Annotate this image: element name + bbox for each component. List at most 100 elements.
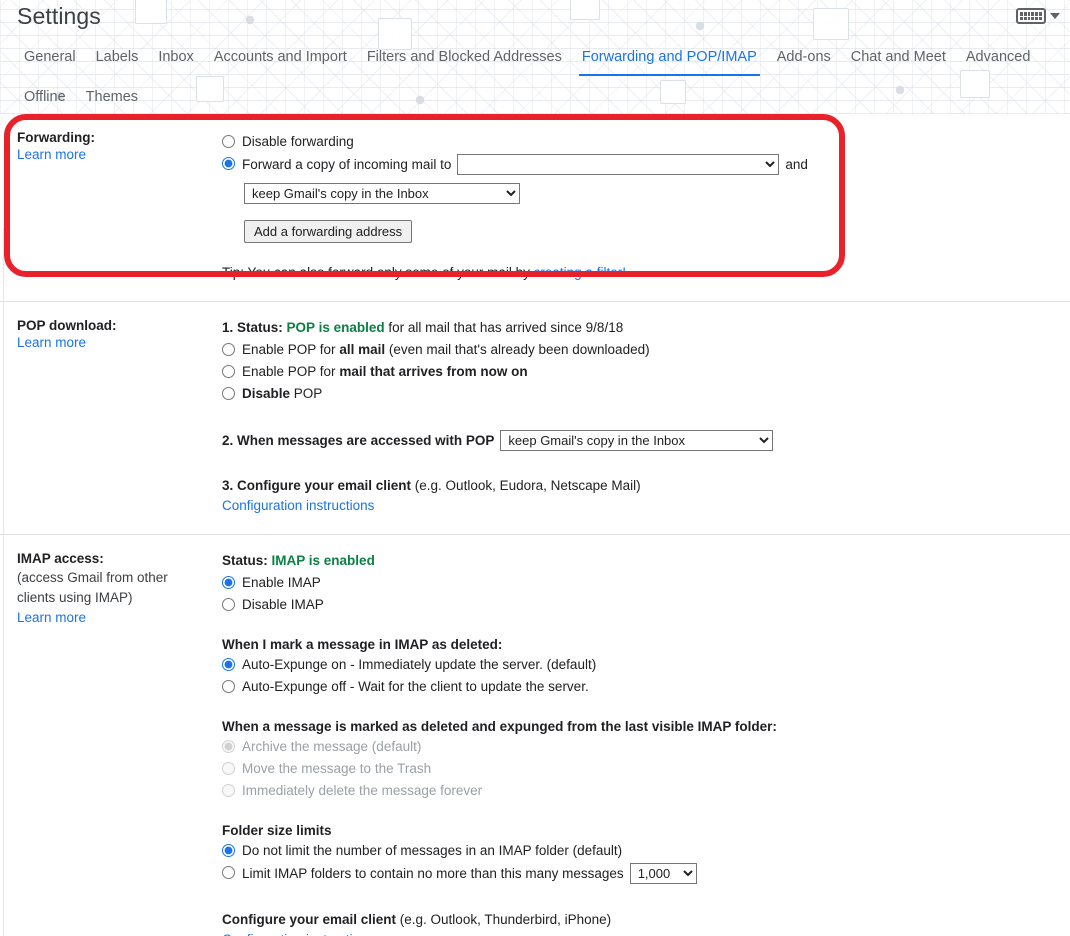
option-auto-expunge-off-label: Auto-Expunge off - Wait for the client t… [242,679,589,694]
tab-advanced[interactable]: Advanced [956,46,1041,68]
option-expunged-archive-label: Archive the message (default) [242,739,422,754]
keyboard-icon[interactable] [1016,8,1046,24]
imap-access-section: IMAP access: (access Gmail from other cl… [0,534,1070,936]
radio-pop-from-now-on[interactable] [222,365,235,378]
option-pop-all-suffix: (even mail that's already been downloade… [385,342,650,357]
tab-general[interactable]: General [14,46,86,68]
radio-pop-all-mail[interactable] [222,343,235,356]
chevron-down-icon[interactable] [1050,13,1060,19]
option-expunged-delete-label: Immediately delete the message forever [242,783,483,798]
folder-limit-select[interactable]: 1,000 [629,863,697,884]
imap-deleted-heading: When I mark a message in IMAP as deleted… [222,637,503,652]
tab-forwarding-and-pop-imap[interactable]: Forwarding and POP/IMAP [572,46,767,76]
tab-filters-and-blocked-addresses[interactable]: Filters and Blocked Addresses [357,46,572,68]
pop-status-value: POP is enabled [286,320,385,335]
imap-configuration-instructions-link[interactable]: Configuration instructions [222,932,374,936]
option-disable-forwarding-label: Disable forwarding [242,134,354,149]
forwarding-section-label: Forwarding: Learn more [0,114,212,301]
circuit-chip-decoration [196,76,224,102]
settings-page: Settings General Labels Inbox Accounts a… [0,0,1070,936]
radio-auto-expunge-on[interactable] [222,658,235,671]
pop-action-select[interactable]: keep Gmail's copy in the Inbox [500,430,774,451]
tab-inbox[interactable]: Inbox [148,46,203,68]
option-disable-imap-label: Disable IMAP [242,597,324,612]
radio-pop-disable[interactable] [222,387,235,400]
option-folder-limit-label: Limit IMAP folders to contain no more th… [242,865,624,881]
forwarding-address-select[interactable] [457,154,780,175]
radio-auto-expunge-off[interactable] [222,680,235,693]
tab-labels[interactable]: Labels [86,46,149,68]
pop-step3: 3. Configure your email client (e.g. Out… [222,476,1056,516]
pop-section-label: POP download: Learn more [0,302,212,534]
settings-tabs-row-1: General Labels Inbox Accounts and Import… [14,46,1041,76]
tab-offline[interactable]: Offline [14,86,76,108]
tab-accounts-and-import[interactable]: Accounts and Import [204,46,357,68]
pop-step3-bold: Configure your email client [237,478,412,493]
option-pop-all-bold: all mail [339,342,386,357]
settings-tabs-row-2: Offline Themes [14,86,148,108]
forwarding-and-label: and [785,156,808,172]
option-auto-expunge-off[interactable]: Auto-Expunge off - Wait for the client t… [222,677,1056,697]
radio-forward-copy[interactable] [222,157,235,170]
option-pop-all-mail[interactable]: Enable POP for all mail (even mail that'… [222,340,1056,360]
folder-size-limits-heading: Folder size limits [222,823,332,838]
pop-step3-number: 3. [222,478,238,493]
option-enable-imap-label: Enable IMAP [242,575,321,590]
imap-client-bold: Configure your email client [222,912,397,927]
radio-expunged-archive [222,740,235,753]
keyboard-shortcuts-control[interactable] [1016,8,1060,24]
imap-status-value: IMAP is enabled [271,553,375,568]
option-expunged-delete: Immediately delete the message forever [222,781,1056,801]
radio-folder-no-limit[interactable] [222,844,235,857]
option-expunged-trash: Move the message to the Trash [222,759,1056,779]
option-expunged-archive: Archive the message (default) [222,737,1056,757]
option-auto-expunge-on-label: Auto-Expunge on - Immediately update the… [242,657,597,672]
forwarding-section: Forwarding: Learn more Disable forwardin… [0,114,1070,301]
tab-add-ons[interactable]: Add-ons [767,46,841,68]
pop-configuration-instructions-link[interactable]: Configuration instructions [222,498,374,513]
imap-section-body: Status: IMAP is enabled Enable IMAP Disa… [212,535,1070,936]
option-folder-no-limit[interactable]: Do not limit the number of messages in a… [222,841,1056,861]
pop-learn-more-link[interactable]: Learn more [17,335,86,350]
pop-download-section: POP download: Learn more 1. Status: POP … [0,301,1070,534]
option-pop-disable-bold: Disable [242,386,291,401]
option-pop-disable-suffix: POP [290,386,323,401]
add-forwarding-address-button[interactable]: Add a forwarding address [244,220,413,243]
option-expunged-trash-label: Move the message to the Trash [242,761,432,776]
option-pop-all-prefix: Enable POP for [242,342,340,357]
pop-step2-label: 2. When messages are accessed with POP [222,433,495,448]
forwarding-learn-more-link[interactable]: Learn more [17,147,86,162]
tab-themes[interactable]: Themes [76,86,148,108]
option-disable-imap[interactable]: Disable IMAP [222,595,1056,615]
circuit-chip-decoration [135,0,167,24]
imap-client-suffix: (e.g. Outlook, Thunderbird, iPhone) [396,912,612,927]
pop-status-suffix: for all mail that has arrived since 9/8/… [384,320,624,335]
tab-chat-and-meet[interactable]: Chat and Meet [841,46,956,68]
radio-disable-imap[interactable] [222,598,235,611]
content-left-rule [3,228,4,936]
page-header: Settings General Labels Inbox Accounts a… [0,0,1070,114]
option-disable-forwarding[interactable]: Disable forwarding [222,132,1056,152]
creating-a-filter-link[interactable]: creating a filter! [534,265,626,280]
imap-section-label: IMAP access: (access Gmail from other cl… [0,535,212,936]
imap-learn-more-link[interactable]: Learn more [17,610,86,625]
radio-folder-limit[interactable] [222,866,235,879]
option-enable-imap[interactable]: Enable IMAP [222,573,1056,593]
radio-enable-imap[interactable] [222,576,235,589]
option-pop-from-now-on[interactable]: Enable POP for mail that arrives from no… [222,362,1056,382]
option-auto-expunge-on[interactable]: Auto-Expunge on - Immediately update the… [222,655,1056,675]
imap-status-line: Status: IMAP is enabled [222,551,1056,571]
settings-content: Forwarding: Learn more Disable forwardin… [0,114,1070,936]
option-pop-disable[interactable]: Disable POP [222,384,1056,404]
forwarding-action-select[interactable]: keep Gmail's copy in the Inbox [244,183,520,204]
option-pop-now-bold: mail that arrives from now on [339,364,528,379]
radio-disable-forwarding[interactable] [222,135,235,148]
radio-expunged-trash [222,762,235,775]
forwarding-section-body: Disable forwarding Forward a copy of inc… [212,114,1070,301]
option-folder-limit[interactable]: Limit IMAP folders to contain no more th… [222,863,1056,884]
circuit-chip-decoration [813,8,849,40]
circuit-chip-decoration [570,0,600,20]
option-forward-copy[interactable]: Forward a copy of incoming mail to and [222,154,1056,175]
option-pop-now-prefix: Enable POP for [242,364,340,379]
pop-step3-suffix: (e.g. Outlook, Eudora, Netscape Mail) [411,478,641,493]
